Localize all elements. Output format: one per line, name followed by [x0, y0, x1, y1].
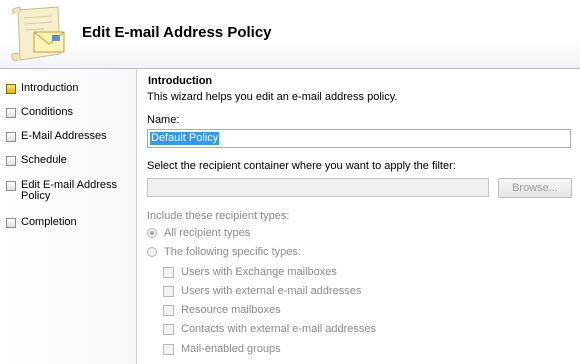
external-email-users-checkbox[interactable] — [163, 286, 174, 297]
checkbox-label: Users with Exchange mailboxes — [181, 266, 337, 278]
scroll-envelope-icon — [11, 6, 65, 62]
wizard-title: Edit E-mail Address Policy — [82, 24, 272, 41]
checkbox-label: Mail-enabled groups — [181, 343, 281, 355]
step-pending-icon — [6, 108, 16, 118]
section-title: Introduction — [148, 75, 213, 87]
step-pending-icon — [6, 181, 16, 191]
browse-button[interactable]: Browse... — [498, 178, 572, 198]
nav-step-edit-policy[interactable]: Edit E-mail Address Policy — [6, 180, 121, 202]
nav-step-completion[interactable]: Completion — [6, 217, 121, 228]
specific-types-radio[interactable] — [147, 247, 157, 257]
nav-step-label: E-Mail Addresses — [21, 130, 107, 142]
wizard-header: Edit E-mail Address Policy — [0, 0, 580, 69]
nav-step-schedule[interactable]: Schedule — [6, 155, 121, 166]
step-pending-icon — [6, 132, 16, 142]
step-pending-icon — [6, 156, 16, 166]
name-label: Name: — [147, 114, 180, 126]
policy-name-input[interactable]: Default Policy — [147, 129, 571, 148]
specific-types-label: The following specific types: — [164, 246, 301, 258]
recipient-types-label: Include these recipient types: — [147, 210, 290, 222]
wizard-description: This wizard helps you edit an e-mail add… — [147, 91, 398, 103]
exchange-mailboxes-checkbox[interactable] — [163, 267, 174, 278]
container-label: Select the recipient container where you… — [147, 160, 456, 172]
policy-name-value: Default Policy — [150, 132, 220, 145]
nav-step-introduction[interactable]: Introduction — [6, 83, 121, 94]
checkbox-label: Resource mailboxes — [181, 304, 281, 316]
step-current-icon — [6, 84, 16, 94]
external-contacts-checkbox[interactable] — [163, 324, 174, 335]
recipient-container-input[interactable] — [147, 178, 489, 197]
nav-step-email-addresses[interactable]: E-Mail Addresses — [6, 131, 121, 142]
nav-step-conditions[interactable]: Conditions — [6, 107, 121, 118]
nav-step-label: Completion — [21, 216, 77, 228]
nav-step-label: Conditions — [21, 106, 73, 118]
checkbox-label: Users with external e-mail addresses — [181, 285, 362, 297]
resource-mailboxes-checkbox[interactable] — [163, 305, 174, 316]
radio-selected-dot — [150, 231, 154, 235]
wizard-steps-nav: Introduction Conditions E-Mail Addresses… — [0, 69, 137, 364]
nav-step-label: Introduction — [21, 82, 79, 94]
nav-step-label: Edit E-mail Address Policy — [21, 179, 117, 202]
nav-step-label: Schedule — [21, 154, 67, 166]
checkbox-label: Contacts with external e-mail addresses — [181, 323, 377, 335]
all-recipient-types-label: All recipient types — [164, 227, 251, 239]
step-pending-icon — [6, 218, 16, 228]
mail-enabled-groups-checkbox[interactable] — [163, 344, 174, 355]
all-recipient-types-radio[interactable] — [147, 228, 157, 238]
